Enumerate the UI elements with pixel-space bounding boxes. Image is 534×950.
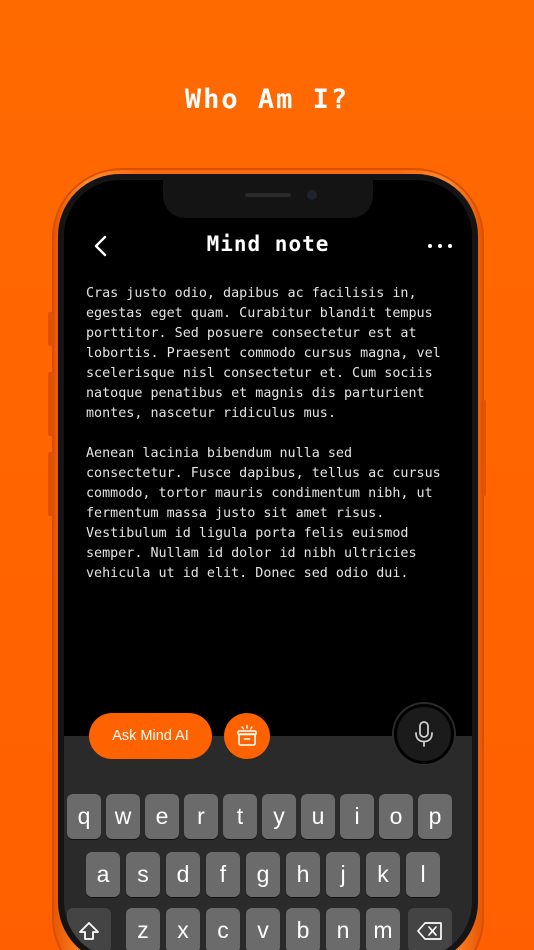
key-n[interactable]: n — [326, 908, 360, 950]
ask-mind-ai-button[interactable]: Ask Mind AI — [89, 713, 212, 759]
more-dots-icon — [428, 244, 432, 248]
note-text-area[interactable]: Cras justo odio, dapibus ac facilisis in… — [86, 284, 456, 604]
microphone-icon — [415, 721, 433, 747]
key-j[interactable]: j — [326, 852, 360, 897]
key-e[interactable]: e — [145, 794, 179, 839]
notch — [163, 180, 373, 218]
key-u[interactable]: u — [301, 794, 335, 839]
key-w[interactable]: w — [106, 794, 140, 839]
key-y[interactable]: y — [262, 794, 296, 839]
key-c[interactable]: c — [206, 908, 240, 950]
note-paragraph: Cras justo odio, dapibus ac facilisis in… — [86, 286, 441, 421]
gift-box-icon — [237, 724, 257, 746]
more-button[interactable] — [426, 236, 456, 256]
shift-icon — [79, 921, 99, 940]
note-paragraph: Aenean lacinia bibendum nulla sed consec… — [86, 446, 441, 581]
front-camera — [307, 190, 317, 200]
keyboard-row-1: q w e r t y u i o p — [64, 794, 472, 840]
key-r[interactable]: r — [184, 794, 218, 839]
key-o[interactable]: o — [379, 794, 413, 839]
key-f[interactable]: f — [206, 852, 240, 897]
backspace-icon — [417, 921, 442, 940]
key-l[interactable]: l — [406, 852, 440, 897]
key-x[interactable]: x — [166, 908, 200, 950]
key-a[interactable]: a — [86, 852, 120, 897]
key-h[interactable]: h — [286, 852, 320, 897]
more-dots-icon — [448, 244, 452, 248]
side-button — [481, 400, 486, 496]
phone-screen: Mind note Cras justo odio, dapibus ac fa… — [58, 174, 478, 950]
keyboard-row-2: a s d f g h j k l — [64, 852, 472, 898]
key-g[interactable]: g — [246, 852, 280, 897]
gift-button[interactable] — [224, 713, 270, 759]
key-p[interactable]: p — [418, 794, 452, 839]
key-q[interactable]: q — [67, 794, 101, 839]
nav-bar: Mind note — [64, 228, 472, 264]
side-button — [48, 452, 53, 516]
key-z[interactable]: z — [126, 908, 160, 950]
side-button — [48, 312, 53, 346]
key-i[interactable]: i — [340, 794, 374, 839]
microphone-button[interactable] — [394, 704, 454, 764]
key-k[interactable]: k — [366, 852, 400, 897]
shift-key[interactable] — [67, 908, 111, 950]
headline: Who Am I? — [184, 84, 350, 115]
more-dots-icon — [438, 244, 442, 248]
key-m[interactable]: m — [366, 908, 400, 950]
key-b[interactable]: b — [286, 908, 320, 950]
speaker-grille — [245, 193, 291, 197]
keyboard-row-3: z x c v b n m — [64, 908, 472, 950]
key-s[interactable]: s — [126, 852, 160, 897]
side-button — [48, 372, 53, 436]
backspace-key[interactable] — [408, 908, 452, 950]
ai-action-bar: Ask Mind AI — [64, 704, 472, 772]
key-d[interactable]: d — [166, 852, 200, 897]
key-t[interactable]: t — [223, 794, 257, 839]
page-title: Mind note — [206, 232, 330, 256]
key-v[interactable]: v — [246, 908, 280, 950]
